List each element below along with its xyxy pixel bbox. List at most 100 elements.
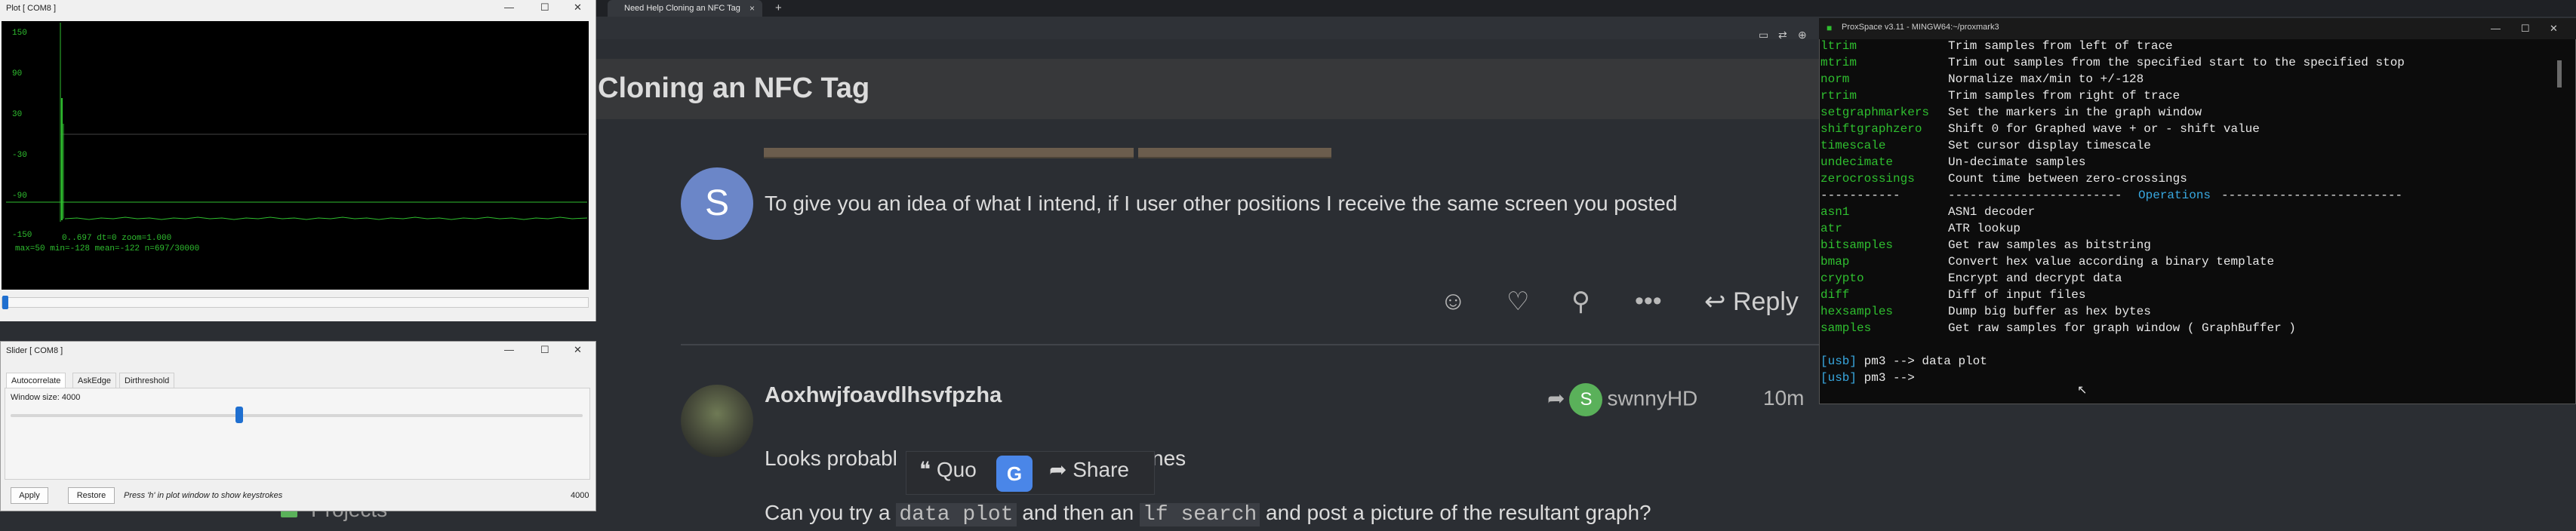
avatar: S (1569, 383, 1603, 416)
maximize-icon[interactable]: ☐ (540, 2, 549, 14)
avatar[interactable]: S (681, 167, 753, 240)
command-name: norm (1820, 72, 1850, 86)
close-icon[interactable]: ✕ (574, 2, 582, 14)
keystroke-hint: Press 'h' in plot window to show keystro… (124, 491, 283, 500)
plot-scrollbar-thumb[interactable] (2, 296, 8, 309)
command-description: Get raw samples for graph window ( Graph… (1948, 321, 2296, 335)
terminal-app-icon: ■ (1827, 23, 1833, 33)
section-rule: ----------- (1820, 189, 1900, 202)
translate-icon[interactable]: ⇄ (1778, 29, 1787, 41)
command-name: diff (1820, 288, 1850, 302)
terminal-command-row: rtrim Trim samples from right of trace (1820, 89, 2180, 106)
browser-tab[interactable]: Need Help Cloning an NFC Tag (608, 0, 762, 17)
terminal-command-row: ltrim Trim samples from left of trace (1820, 39, 2173, 56)
post-image[interactable] (1138, 148, 1331, 158)
terminal-scrollbar[interactable] (2557, 60, 2562, 87)
footer-value: 4000 (571, 491, 589, 500)
command-name: mtrim (1820, 56, 1857, 69)
plot-scrollbar[interactable] (2, 297, 589, 308)
terminal-command-row: crypto Encrypt and decrypt data (1820, 272, 2122, 288)
tab-askedge[interactable]: AskEdge (72, 373, 117, 388)
tab-close-icon[interactable]: × (749, 3, 755, 14)
post-image[interactable] (764, 148, 1134, 158)
terminal-command-row: timescale Set cursor display timescale (1820, 139, 2151, 155)
command-description: Set the markers in the graph window (1948, 106, 2202, 119)
terminal-prompt-line: [usb] pm3 --> data plot (1820, 355, 1987, 371)
command-description: ASN1 decoder (1948, 205, 2036, 219)
avatar[interactable] (681, 385, 753, 457)
command-description: Get raw samples as bitstring (1948, 238, 2151, 252)
terminal-command-row: mtrim Trim out samples from the specified… (1820, 56, 2405, 72)
topic-title[interactable]: Cloning an NFC Tag (598, 72, 869, 105)
share-button[interactable]: ➦ Share (1049, 457, 1129, 482)
terminal-prompt-line[interactable]: [usb] pm3 --> (1820, 371, 1915, 388)
post-divider (681, 344, 1819, 345)
command-description: Diff of input files (1948, 288, 2086, 302)
slider-handle[interactable] (235, 407, 244, 423)
window-size-value: 4000 (61, 393, 81, 402)
terminal-command-row: norm Normalize max/min to +/-128 (1820, 72, 2144, 89)
command-name: crypto (1820, 272, 1864, 285)
window-size-slider[interactable] (11, 414, 583, 417)
emoji-icon[interactable]: ☺ (1440, 287, 1467, 316)
command-name: shiftgraphzero (1820, 122, 1922, 136)
tab-autocorrelate[interactable]: Autocorrelate (6, 373, 66, 388)
reply-button[interactable]: ↩ Reply (1704, 287, 1799, 317)
command-name: bitsamples (1820, 238, 1894, 252)
command-name: timescale (1820, 139, 1886, 152)
plot-canvas[interactable]: 150 90 30 -30 -90 -150 0..697 dt=0 zoom=… (2, 21, 589, 290)
link-icon[interactable]: ⚲ (1571, 287, 1590, 317)
maximize-icon[interactable]: ☐ (540, 344, 549, 356)
section-rule: ------------------------ (1948, 189, 2122, 202)
quote-button[interactable]: ❝ Quo (919, 457, 977, 482)
terminal-command-row: shiftgraphzero Shift 0 for Graphed wave +… (1820, 122, 2260, 139)
command-description: Trim samples from right of trace (1948, 89, 2181, 103)
terminal-command-row: samples Get raw samples for graph window … (1820, 321, 2296, 338)
plot-trace (64, 216, 588, 220)
slider-pane (5, 388, 590, 480)
prompt-command: pm3 --> (1857, 371, 1915, 385)
screen-icon[interactable]: ▭ (1759, 29, 1768, 41)
tab-strip (596, 0, 2576, 17)
post-body-line: Looks probabl (765, 447, 897, 470)
apply-button[interactable]: Apply (11, 487, 48, 504)
command-description: Trim out samples from the specified star… (1948, 56, 2405, 69)
y-tick-label: 90 (12, 69, 23, 78)
command-description: Set cursor display timescale (1948, 139, 2151, 152)
command-name: ltrim (1820, 39, 1857, 53)
section-name: Operations (2138, 189, 2211, 202)
tab-dirthreshold[interactable]: Dirthreshold (119, 373, 175, 388)
more-icon[interactable]: ••• (1635, 287, 1662, 316)
minimize-icon[interactable]: — (504, 344, 514, 355)
prompt-usb: [usb] (1820, 371, 1857, 385)
post-time[interactable]: 10m (1763, 386, 1804, 410)
terminal-command-row: setgraphmarkers Set the markers in the gr… (1820, 106, 2202, 122)
plot-status-line: 0..697 dt=0 zoom=1.000 (62, 234, 172, 243)
terminal-window[interactable] (1819, 18, 2576, 404)
minimize-icon[interactable]: — (2491, 23, 2501, 34)
post-username[interactable]: Aoxhwjfoavdlhsvfpzha (765, 383, 1002, 408)
close-icon[interactable]: ✕ (574, 344, 582, 356)
command-name: samples (1820, 321, 1872, 335)
new-tab-button[interactable]: + (775, 2, 782, 14)
reply-to-link[interactable]: ➦ SswnnyHD (1547, 383, 1697, 416)
command-name: setgraphmarkers (1820, 106, 1930, 119)
heart-icon[interactable]: ♡ (1507, 287, 1529, 317)
minimize-icon[interactable]: — (504, 2, 514, 13)
command-name: undecimate (1820, 155, 1894, 169)
command-description: Trim samples from left of trace (1948, 39, 2173, 53)
reply-arrow-icon: ➦ (1547, 386, 1565, 410)
restore-button[interactable]: Restore (68, 487, 115, 504)
command-description: Shift 0 for Graphed wave + or - shift va… (1948, 122, 2260, 136)
maximize-icon[interactable]: ☐ (2521, 23, 2530, 35)
zoom-icon[interactable]: ⊕ (1798, 29, 1807, 41)
translate-icon[interactable]: G (996, 456, 1033, 492)
terminal-command-row: atr ATR lookup (1820, 222, 2020, 238)
quote-icon: ❝ (919, 458, 931, 481)
plot-status-line: max=50 min=-128 mean=-122 n=697/30000 (15, 244, 200, 253)
text-segment: and then an (1022, 501, 1134, 524)
share-label: Share (1073, 458, 1129, 481)
close-icon[interactable]: ✕ (2550, 23, 2558, 35)
command-description: Dump big buffer as hex bytes (1948, 305, 2151, 318)
command-name: atr (1820, 222, 1842, 235)
